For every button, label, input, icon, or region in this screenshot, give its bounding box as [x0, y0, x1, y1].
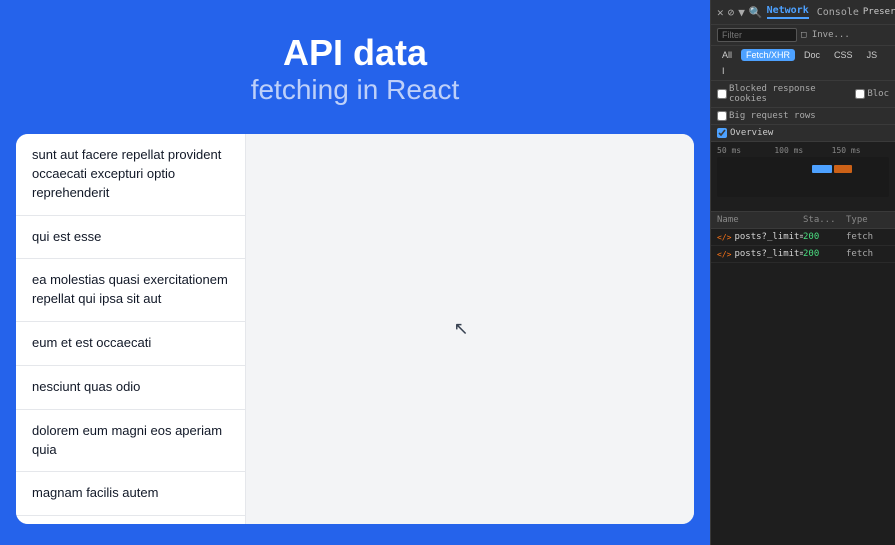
- tab-console[interactable]: Console: [817, 7, 859, 18]
- overview-text: Overview: [730, 128, 773, 138]
- hero-line1: API data: [0, 32, 710, 74]
- blocked-cookies-option[interactable]: Blocked response cookies: [717, 84, 851, 104]
- list-item: nesciunt quas odio: [16, 366, 245, 410]
- timeline-bar-orange: [834, 165, 852, 173]
- list-item: qui est esse: [16, 216, 245, 260]
- list-item: ea molestias quasi exercitationem repell…: [16, 259, 245, 322]
- header-type: Type: [846, 215, 889, 225]
- net-type: fetch: [846, 249, 889, 259]
- blocked-cookies-label: Blocked response cookies: [729, 84, 851, 104]
- type-btn-doc[interactable]: Doc: [799, 49, 825, 61]
- network-rows: </> posts?_limit=8 200 fetch </> posts?_…: [711, 229, 895, 263]
- preserve-label: Preserve log: [863, 7, 895, 17]
- bloc-checkbox[interactable]: [855, 89, 865, 99]
- overview-row: Overview: [711, 125, 895, 142]
- net-type: fetch: [846, 232, 889, 242]
- type-btn-fetch-xhr[interactable]: Fetch/XHR: [741, 49, 795, 61]
- net-icon: </>: [717, 250, 731, 259]
- list-item: sunt aut facere repellat provident occae…: [16, 134, 245, 216]
- type-btn-i[interactable]: I: [717, 65, 730, 77]
- content-right: ↖: [246, 134, 694, 524]
- devtools-tabs: Network Console: [767, 5, 859, 19]
- main-area: API data fetching in React sunt aut face…: [0, 0, 710, 545]
- timeline-label-100: 100 ms: [774, 146, 831, 155]
- list-panel: sunt aut facere repellat provident occae…: [16, 134, 246, 524]
- timeline-label-150: 150 ms: [832, 146, 889, 155]
- network-table-header: Name Sta... Type: [711, 212, 895, 229]
- devtools-search-icon[interactable]: 🔍: [749, 4, 763, 20]
- list-item: magnam facilis autem: [16, 472, 245, 516]
- devtools-close-icon[interactable]: ✕: [717, 4, 724, 20]
- invert-label: □ Inve...: [801, 30, 850, 40]
- network-table: Name Sta... Type </> posts?_limit=8 200 …: [711, 212, 895, 545]
- blocked-cookies-checkbox[interactable]: [717, 89, 727, 99]
- hero-line2: fetching in React: [0, 74, 710, 106]
- timeline-label-50: 50 ms: [717, 146, 774, 155]
- type-btn-css[interactable]: CSS: [829, 49, 858, 61]
- net-name-text: posts?_limit=8: [734, 232, 803, 242]
- devtools-panel: ✕ ⊘ ▼ 🔍 Network Console Preserve log □ I…: [710, 0, 895, 545]
- net-status: 200: [803, 232, 846, 242]
- bloc-option[interactable]: Bloc: [855, 89, 889, 99]
- network-row[interactable]: </> posts?_limit=8 200 fetch: [711, 246, 895, 263]
- devtools-options-row: Blocked response cookies Bloc: [711, 81, 895, 108]
- net-name: </> posts?_limit=8: [717, 249, 803, 259]
- hero-section: API data fetching in React: [0, 0, 710, 134]
- timeline-labels: 50 ms 100 ms 150 ms: [717, 146, 889, 155]
- timeline-bar-blue: [812, 165, 832, 173]
- list-item: dolorem eum magni eos aperiam quia: [16, 410, 245, 473]
- devtools-settings-icon[interactable]: ⊘: [728, 4, 735, 20]
- filter-input[interactable]: [717, 28, 797, 42]
- overview-checkbox[interactable]: [717, 128, 727, 138]
- devtools-filter-icon[interactable]: ▼: [738, 4, 745, 20]
- content-card: sunt aut facere repellat provident occae…: [16, 134, 694, 524]
- list-item: eum et est occaecati: [16, 322, 245, 366]
- bloc-label: Bloc: [867, 89, 889, 99]
- net-name: </> posts?_limit=8: [717, 232, 803, 242]
- devtools-filter-row: □ Inve...: [711, 25, 895, 46]
- devtools-type-row: All Fetch/XHR Doc CSS JS I: [711, 46, 895, 81]
- header-name: Name: [717, 215, 803, 225]
- net-icon: </>: [717, 233, 731, 242]
- header-status: Sta...: [803, 215, 846, 225]
- tab-network[interactable]: Network: [767, 5, 809, 19]
- big-rows-row: Big request rows: [711, 108, 895, 125]
- big-rows-label: Big request rows: [729, 111, 816, 121]
- timeline-area: 50 ms 100 ms 150 ms: [711, 142, 895, 212]
- cursor-icon: ↖: [453, 319, 468, 340]
- big-rows-checkbox[interactable]: [717, 111, 727, 121]
- timeline-bars: [717, 157, 889, 197]
- list-item: dolorem dolore est ipsam: [16, 516, 245, 524]
- network-row[interactable]: </> posts?_limit=8 200 fetch: [711, 229, 895, 246]
- type-btn-all[interactable]: All: [717, 49, 737, 61]
- devtools-toolbar: ✕ ⊘ ▼ 🔍 Network Console Preserve log: [711, 0, 895, 25]
- big-rows-option[interactable]: Big request rows: [717, 111, 816, 121]
- type-btn-js[interactable]: JS: [862, 49, 883, 61]
- net-name-text: posts?_limit=8: [734, 249, 803, 259]
- net-status: 200: [803, 249, 846, 259]
